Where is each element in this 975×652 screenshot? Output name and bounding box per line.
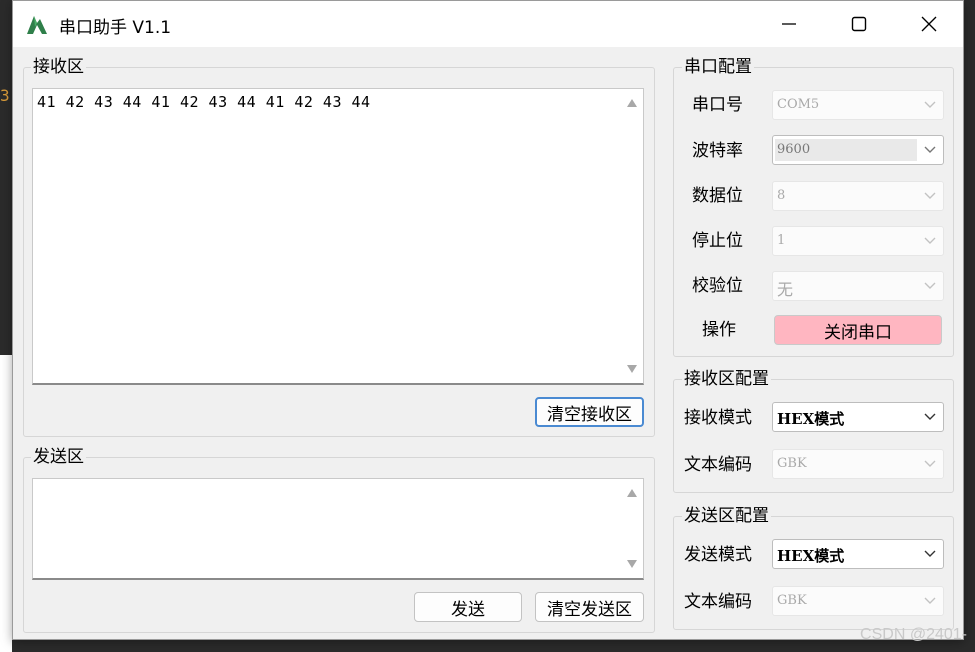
chevron-down-icon bbox=[924, 282, 936, 289]
chevron-down-icon bbox=[924, 460, 936, 467]
baud-combobox[interactable]: 9600 bbox=[772, 135, 944, 165]
app-logo-icon bbox=[27, 16, 47, 34]
receive-textarea[interactable]: 41 42 43 44 41 42 43 44 41 42 43 44 bbox=[32, 88, 644, 385]
stopbits-label: 停止位 bbox=[692, 231, 743, 251]
send-encoding-select[interactable]: GBK bbox=[772, 586, 944, 616]
send-mode-value: HEX模式 bbox=[777, 547, 845, 565]
chevron-down-icon bbox=[924, 237, 936, 244]
receive-config-label: 接收区配置 bbox=[682, 369, 771, 389]
receive-mode-value: HEX模式 bbox=[777, 410, 845, 428]
chevron-down-icon bbox=[924, 413, 936, 420]
chevron-down-icon bbox=[924, 101, 936, 108]
send-textarea[interactable] bbox=[32, 478, 644, 580]
receive-text: 41 42 43 44 41 42 43 44 41 42 43 44 bbox=[37, 93, 371, 111]
send-config-label: 发送区配置 bbox=[682, 506, 771, 526]
parity-value: 无 bbox=[777, 280, 794, 299]
send-group-label: 发送区 bbox=[31, 447, 86, 467]
baud-value: 9600 bbox=[777, 142, 811, 157]
maximize-button[interactable] bbox=[824, 1, 894, 47]
watermark: CSDN @2401- bbox=[860, 626, 967, 643]
triangle-up-icon bbox=[627, 99, 637, 107]
send-scrollbar[interactable] bbox=[621, 479, 643, 578]
close-icon bbox=[921, 16, 937, 32]
clear-receive-button[interactable]: 清空接收区 bbox=[535, 397, 644, 427]
databits-label: 数据位 bbox=[692, 186, 743, 206]
stopbits-value: 1 bbox=[777, 233, 786, 248]
chevron-down-icon bbox=[924, 550, 936, 557]
scroll-down-button[interactable] bbox=[621, 359, 643, 379]
serial-config-label: 串口配置 bbox=[682, 57, 754, 77]
close-port-button[interactable]: 关闭串口 bbox=[774, 315, 942, 345]
send-mode-select[interactable]: HEX模式 bbox=[772, 539, 944, 569]
scroll-up-button[interactable] bbox=[621, 483, 643, 503]
databits-value: 8 bbox=[777, 188, 786, 203]
scroll-up-button[interactable] bbox=[621, 93, 643, 113]
receive-mode-select[interactable]: HEX模式 bbox=[772, 402, 944, 432]
minimize-icon bbox=[782, 23, 796, 25]
triangle-down-icon bbox=[627, 560, 637, 568]
app-window: 串口助手 V1.1 接收区 41 42 43 44 41 42 43 44 41… bbox=[12, 0, 964, 640]
port-value: COM5 bbox=[777, 97, 820, 112]
maximize-icon bbox=[851, 16, 867, 32]
stopbits-select[interactable]: 1 bbox=[772, 226, 944, 256]
receive-group-label: 接收区 bbox=[31, 57, 86, 77]
parity-select[interactable]: 无 bbox=[772, 271, 944, 301]
send-encoding-value: GBK bbox=[777, 593, 807, 608]
receive-encoding-value: GBK bbox=[777, 456, 807, 471]
clear-send-button[interactable]: 清空发送区 bbox=[535, 592, 644, 622]
minimize-button[interactable] bbox=[754, 1, 824, 47]
send-button[interactable]: 发送 bbox=[414, 592, 522, 622]
chevron-down-icon bbox=[924, 597, 936, 604]
scroll-down-button[interactable] bbox=[621, 554, 643, 574]
send-encoding-label: 文本编码 bbox=[684, 592, 752, 612]
receive-scrollbar[interactable] bbox=[621, 89, 643, 383]
receive-encoding-select[interactable]: GBK bbox=[772, 449, 944, 479]
port-label: 串口号 bbox=[692, 95, 743, 115]
title-bar[interactable]: 串口助手 V1.1 bbox=[13, 1, 963, 47]
window-title: 串口助手 V1.1 bbox=[59, 18, 172, 38]
chevron-down-icon bbox=[924, 192, 936, 199]
parity-label: 校验位 bbox=[692, 276, 743, 296]
receive-encoding-label: 文本编码 bbox=[684, 455, 752, 475]
baud-label: 波特率 bbox=[692, 141, 743, 161]
action-label: 操作 bbox=[702, 320, 736, 340]
databits-select[interactable]: 8 bbox=[772, 181, 944, 211]
receive-mode-label: 接收模式 bbox=[684, 408, 752, 428]
close-button[interactable] bbox=[894, 1, 964, 47]
send-mode-label: 发送模式 bbox=[684, 545, 752, 565]
desktop-background bbox=[0, 355, 12, 652]
chevron-down-icon bbox=[924, 146, 936, 153]
triangle-down-icon bbox=[627, 365, 637, 373]
triangle-up-icon bbox=[627, 489, 637, 497]
port-select[interactable]: COM5 bbox=[772, 90, 944, 120]
